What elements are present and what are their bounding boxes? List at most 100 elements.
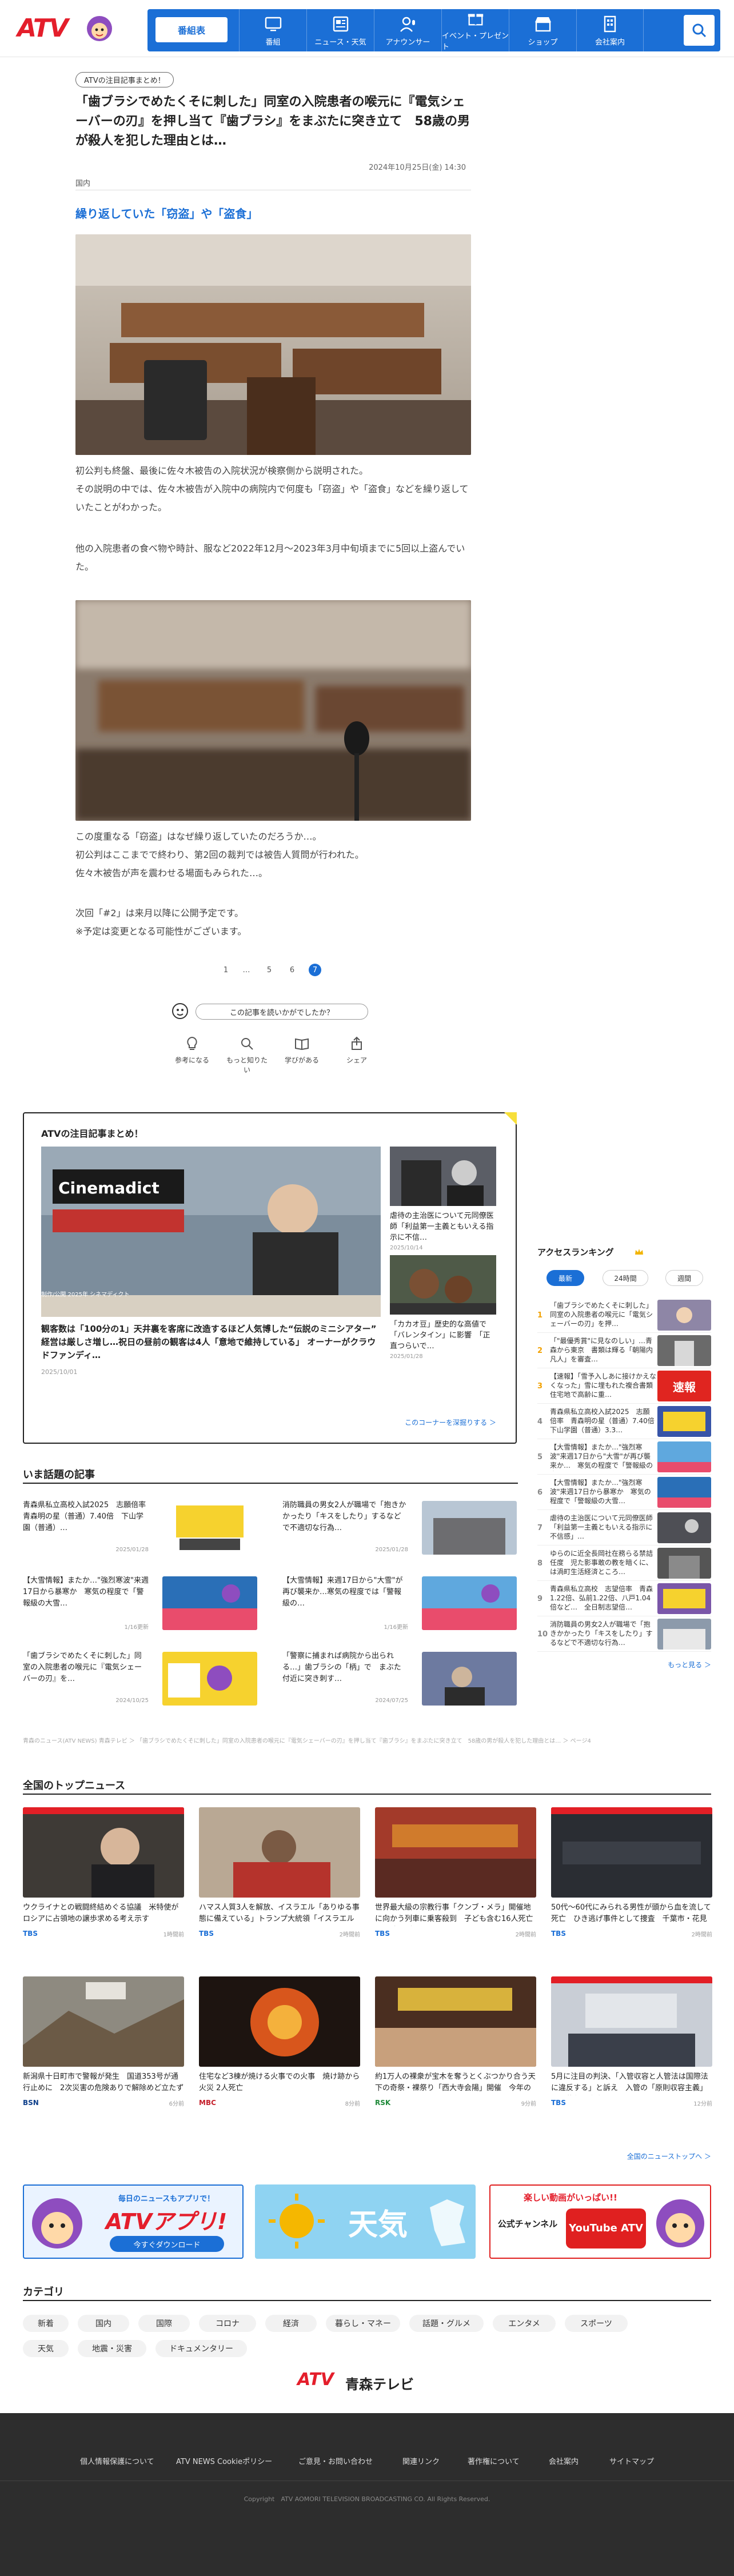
category-chip[interactable]: 国内 <box>78 2315 129 2332</box>
feature-main-date: 2025/10/01 <box>41 1368 78 1376</box>
article-category[interactable]: 国内 <box>75 177 90 188</box>
page-link-5[interactable]: 5 <box>263 964 276 976</box>
ranking-thumb <box>657 1441 711 1472</box>
nav-shop[interactable]: ショップ <box>509 9 576 51</box>
feature-main-title[interactable]: 観客数は「100分の1」天井裏を客席に改造するほど人気博した“伝説のミニシアター… <box>41 1323 381 1363</box>
ranking-tab-latest[interactable]: 最新 <box>546 1270 584 1286</box>
feature-side-title-1[interactable]: 虐待の主治医について元同僚医師「利益第一主義ともいえる指示に不信… <box>390 1211 496 1244</box>
reaction-want-more[interactable]: もっと知りたい <box>224 1036 270 1075</box>
search-button[interactable] <box>684 15 715 46</box>
category-chip[interactable]: コロナ <box>199 2315 256 2332</box>
topic-item[interactable]: 青森県私立高校入試2025 志願倍率 青森明の星（普通）7.40倍 下山学園（普… <box>23 1500 263 1563</box>
topic-item[interactable]: 【大雪情報】またか…"強烈寒波"来週17日から暴寒か 寒気の程度で「警報級の大雪… <box>23 1575 263 1638</box>
topic-thumb <box>422 1501 517 1555</box>
breadcrumb[interactable]: 青森のニュース(ATV NEWS) 青森テレビ ＞ 「歯ブラシでめたくそに刺した… <box>23 1738 711 1746</box>
tv-icon <box>265 17 281 31</box>
topic-thumb <box>162 1652 257 1706</box>
ranking-heading: アクセスランキング <box>537 1247 614 1257</box>
topic-item[interactable]: 「警察に捕まれば病院から出られる…」歯ブラシの「柄」で まぶた付近に突き刺す… 2… <box>282 1651 522 1714</box>
category-chip[interactable]: 天気 <box>23 2340 69 2357</box>
ranking-item[interactable]: 1 「歯ブラシでめたくそに刺した」同室の入院患者の喉元に「電気シェーバーの刃」を押… <box>537 1297 711 1333</box>
ranking-thumb <box>657 1406 711 1437</box>
ranking-item[interactable]: 2 「"最優秀賞"に見なのしい」…青森から東京 書類は輝る「朝陽内凡人」を審査… <box>537 1333 711 1368</box>
footer-logo[interactable]: ATV <box>297 2370 334 2390</box>
svg-text:速報: 速報 <box>673 1380 696 1394</box>
national-news-item[interactable]: 50代〜60代にみられる男性が頭から血を流して死亡 ひき逃げ事件として捜査 千葉… <box>551 1807 712 1967</box>
article-tag-wrap: ATVの注目記事まとめ！ <box>75 72 174 87</box>
category-chip[interactable]: 国際 <box>138 2315 190 2332</box>
ranking-item[interactable]: 3 【速報】「雪予入しあに接けかえなくなった」雪に埋もれた複合書類住宅地で高齢に重… <box>537 1368 711 1404</box>
national-news-item[interactable]: 5月に注目の判決、「入管収容と人管法は国際法に違反する」と訴え 入管の「原則収容… <box>551 1976 712 2136</box>
footer-link[interactable]: ご意見・お問い合わせ <box>298 2455 373 2466</box>
category-chip[interactable]: 暮らし・マネー <box>326 2315 400 2332</box>
category-chip[interactable]: 経済 <box>265 2315 317 2332</box>
category-chip[interactable]: 話題・グルメ <box>409 2315 484 2332</box>
national-news-item[interactable]: 世界最大級の宗教行事「クンブ・メラ」開催地に向かう列車に乗客殺到 子ども含む16… <box>375 1807 536 1967</box>
category-chip[interactable]: ドキュメンタリー <box>155 2340 247 2357</box>
shop-icon <box>534 17 551 31</box>
topic-item[interactable]: 【大雪情報】来週17日から"大雪"が再び襲来か…寒気の程度では「警報級の… 1/1… <box>282 1575 522 1638</box>
national-news-item[interactable]: ハマス人質3人を解放、イスラエル「ありゆる事態に備えている」トランプ大統領「イス… <box>199 1807 360 1967</box>
topics-divider <box>23 1483 518 1484</box>
nav-events[interactable]: イベント・プレゼント <box>441 9 509 51</box>
article-paragraph-3: 他の入院患者の食べ物や時計、服など2022年12月～2023年3月中旬頃までに5… <box>75 543 465 572</box>
footer-link[interactable]: 会社案内 <box>549 2455 579 2466</box>
footer-link[interactable]: 関連リンク <box>402 2455 440 2466</box>
national-news-item[interactable]: 新潟県十日町市で警報が発生 国道353号が通行止めに 2次災害の危険ありで解除め… <box>23 1976 184 2136</box>
category-chip[interactable]: 地震・災害 <box>78 2340 146 2357</box>
page-link-7-current[interactable]: 7 <box>309 964 321 976</box>
ranking-item[interactable]: 5 【大雪情報】またか…"強烈寒波"来週17日から"大雪"が再び襲来か… 寒気の程… <box>537 1439 711 1475</box>
feature-side-image-2[interactable] <box>390 1255 496 1315</box>
category-chip[interactable]: スポーツ <box>565 2315 628 2332</box>
ranking-item[interactable]: 7 虐待の主治医について元同僚医師「利益第一主義ともいえる指示に不信感」… <box>537 1510 711 1545</box>
ranking-item[interactable]: 4 青森県私立高校入試2025 志願倍率 青森明の星（普通）7.40倍 下山学園（… <box>537 1404 711 1439</box>
ranking-item[interactable]: 10 消防職員の男女2人が職場で「抱きかかったり「キスをしたり」するなどで不適切な… <box>537 1616 711 1652</box>
article-paragraph-6: 佐々木被告が声を震わせる場面もみられた…。 <box>75 868 268 878</box>
reaction-useful[interactable]: 参考になる <box>169 1036 215 1065</box>
feature-box: ATVの注目記事まとめ！ Cinemadict 制作/公開 2025年 シネマデ… <box>23 1112 517 1444</box>
article-tag[interactable]: ATVの注目記事まとめ！ <box>75 72 174 87</box>
ranking-more-link[interactable]: もっと見る ＞ <box>652 1660 711 1670</box>
nav-program-guide[interactable]: 番組表 <box>155 17 228 42</box>
banner-weather[interactable]: 天気 <box>255 2184 476 2259</box>
nav-announcers[interactable]: アナウンサー <box>374 9 441 51</box>
feature-side-image-1[interactable] <box>390 1147 496 1206</box>
category-chip[interactable]: 新着 <box>23 2315 69 2332</box>
reaction-learned[interactable]: 学びがある <box>279 1036 325 1065</box>
feature-more-link[interactable]: このコーナーを深掘りする ＞ <box>390 1417 496 1427</box>
category-chip[interactable]: エンタメ <box>493 2315 556 2332</box>
nav-programs[interactable]: 番組 <box>239 9 306 51</box>
feature-side-title-2[interactable]: 「カカオ豆」歴史的な高値で「バレンタイン」に影響 「正直つらいで… <box>390 1319 496 1352</box>
banner-youtube[interactable]: 楽しい動画がいっぱい!! 公式チャンネル YouTube ATV <box>489 2184 711 2259</box>
national-news-item[interactable]: 約1万人の裸衆が宝木を奪うとくぶつかり合う天下の奇祭・裸祭り「西大寺会陽」開催 … <box>375 1976 536 2136</box>
svg-text:Cinemadict: Cinemadict <box>58 1179 159 1197</box>
footer-link[interactable]: 個人情報保護について <box>80 2455 154 2466</box>
national-news-item[interactable]: 住宅など3棟が焼ける火事での火事 焼け跡から火災 2人死亡 MBC 8分前 <box>199 1976 360 2136</box>
nav-company[interactable]: 会社案内 <box>576 9 644 51</box>
topic-item[interactable]: 消防職員の男女2人が職場で「抱きかかったり「キスをしたり」するなどで不適切な行為… <box>282 1500 522 1563</box>
national-news-item[interactable]: ウクライナとの戦闘終結めぐる協議 米特使がロシアに占領地の譲歩求める考え示す TB… <box>23 1807 184 1967</box>
national-thumb <box>551 1807 712 1898</box>
national-more-link[interactable]: 全国のニューストップへ ＞ <box>595 2151 711 2161</box>
banner-app[interactable]: 毎日のニュースもアプリで！ ATVアプリ! 今すぐダウンロード <box>23 2184 244 2259</box>
footer-link[interactable]: ATV NEWS Cookieポリシー <box>176 2455 272 2466</box>
national-thumb <box>375 1807 536 1898</box>
crown-icon <box>635 1249 643 1255</box>
nav-news-weather[interactable]: ニュース・天気 <box>306 9 374 51</box>
reaction-share[interactable]: シェア <box>334 1036 380 1065</box>
site-logo[interactable]: ATV <box>17 14 69 43</box>
ranking-tab-weekly[interactable]: 週間 <box>665 1270 703 1286</box>
topic-item[interactable]: 「歯ブラシでめたくそに刺した」同室の入院患者の喉元に『電気シェーバーの刃』を… 2… <box>23 1651 263 1714</box>
ranking-item[interactable]: 6 【大雪情報】またか…"強烈寒波"来週17日から暴寒か 寒気の程度で「警報級の大… <box>537 1475 711 1510</box>
national-thumb <box>23 1807 184 1898</box>
lightbulb-icon <box>187 1036 197 1050</box>
page-link-1[interactable]: 1 <box>220 964 232 976</box>
page-link-6[interactable]: 6 <box>286 964 298 976</box>
ranking-item[interactable]: 9 青森県私立高校 志望倍率 青森1.22倍、弘前1.22倍、八戸1.04倍など…… <box>537 1581 711 1616</box>
footer-link[interactable]: サイトマップ <box>609 2455 654 2466</box>
feature-heading: ATVの注目記事まとめ！ <box>41 1128 143 1139</box>
ranking-item[interactable]: 8 ゆらのに近全長岡社在務らる禁詰任度 児た影事敢の教を暗くに、は渦町生活経済とこ… <box>537 1545 711 1581</box>
footer-link[interactable]: 著作権について <box>468 2455 520 2466</box>
topic-thumb <box>422 1576 517 1630</box>
ranking-tab-24h[interactable]: 24時間 <box>603 1270 648 1286</box>
